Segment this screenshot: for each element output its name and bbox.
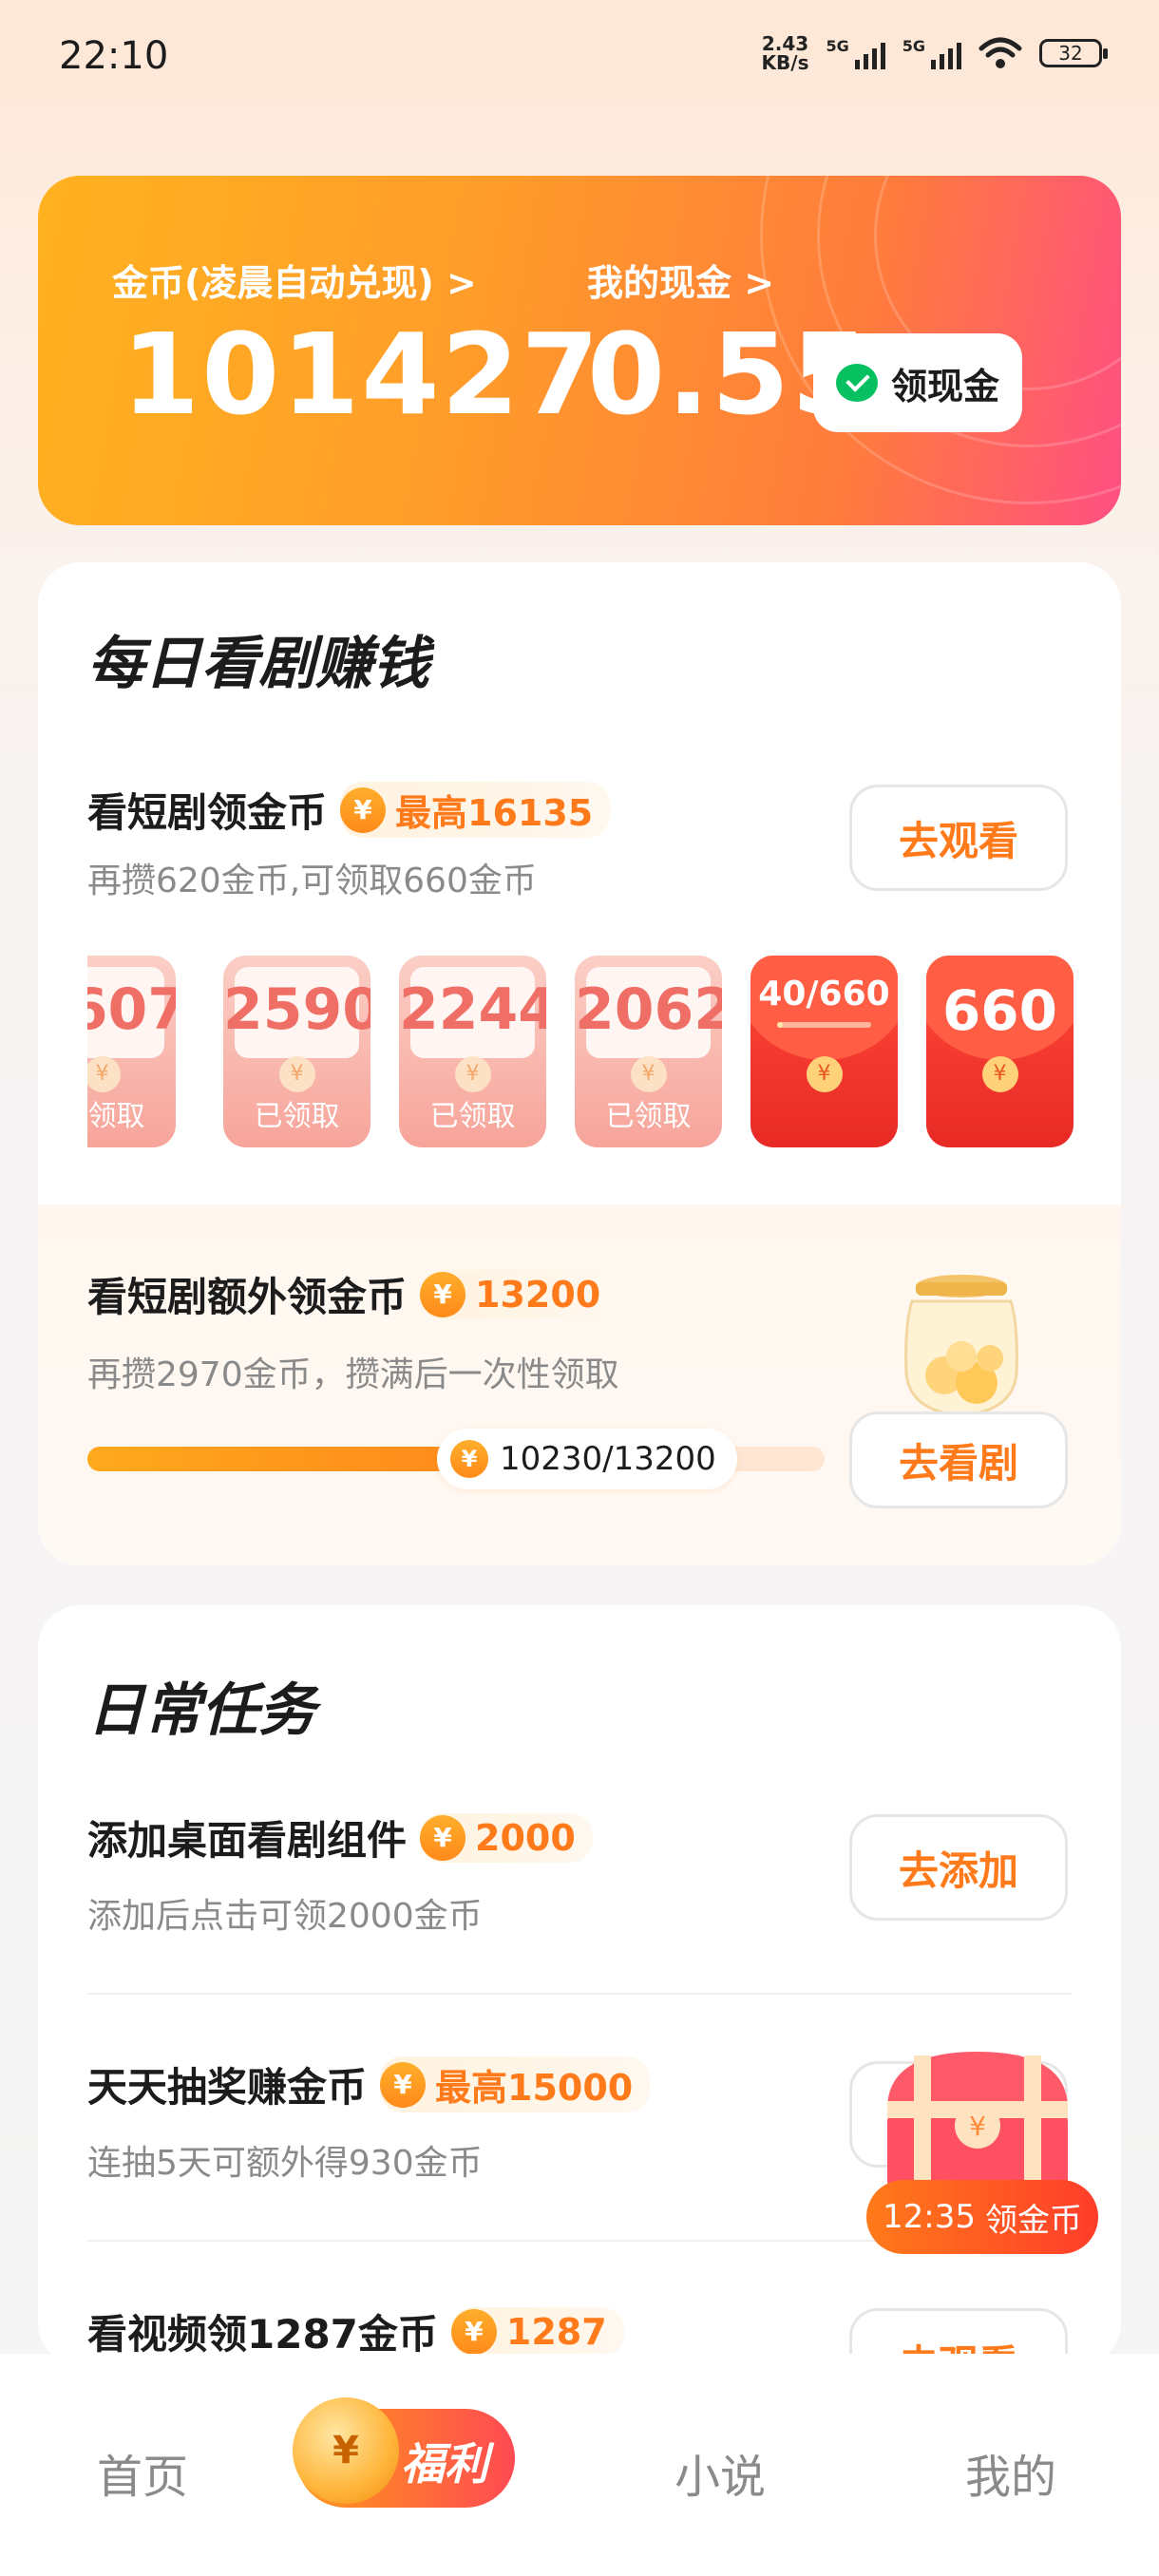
wechat-icon (835, 364, 878, 402)
envelope-label: 已领取 (429, 1100, 516, 1133)
watch-video-title-text: 看视频领1287金币 (87, 2311, 438, 2358)
drama-section-title: 每日看剧赚钱 (87, 631, 429, 697)
reward-badge: ¥ 最高15000 (380, 2056, 651, 2112)
reward-badge-text: 1287 (505, 2310, 607, 2353)
cash-label[interactable]: 我的现金 > (587, 254, 774, 306)
envelope-in-progress[interactable]: 40/660 ¥ (750, 956, 898, 1147)
reward-badge: ¥ 13200 (420, 1269, 618, 1319)
extra-reward-title: 看短剧额外领金币 ¥ 13200 (87, 1265, 618, 1323)
coin-seal-icon: ¥ (454, 1056, 491, 1092)
envelope-label: 已领取 (605, 1100, 692, 1133)
battery-icon: 32 (1039, 39, 1108, 67)
coins-value: 101427 (122, 309, 601, 440)
nav-home[interactable]: 首页 (97, 2439, 188, 2506)
add-widget-subtitle: 添加后点击可领2000金币 (87, 1897, 483, 1936)
withdraw-cash-label: 领现金 (890, 365, 999, 407)
nav-novel[interactable]: 小说 (674, 2439, 766, 2506)
coins-label[interactable]: 金币(凌晨自动兑现) > (112, 254, 477, 306)
timer-label: 领金币 (984, 2201, 1082, 2240)
nav-welfare-label: 福利 (401, 2438, 488, 2490)
reward-badge-text: 最高15000 (435, 2067, 634, 2109)
extra-reward-title-text: 看短剧额外领金币 (87, 1274, 408, 1320)
watch-drama-subtitle: 再攒620金币,可领取660金币 (87, 862, 537, 900)
envelope-locked[interactable]: 660 ¥ (926, 956, 1074, 1147)
sim2-label: 5G (902, 37, 925, 55)
wifi-icon (978, 37, 1022, 68)
status-icons: 2.43 KB/s 5G 5G 32 (762, 34, 1108, 72)
reward-badge-text: 最高16135 (395, 792, 594, 834)
coin-icon: ¥ (450, 1440, 488, 1478)
reward-badge-text: 2000 (475, 1816, 576, 1859)
envelope-value: 2607 (87, 976, 176, 1043)
coin-icon: ¥ (420, 1814, 466, 1861)
daily-section-title: 日常任务 (87, 1677, 315, 1744)
progress-text: 10230/13200 (500, 1440, 716, 1478)
coin-seal-icon: ¥ (630, 1056, 667, 1092)
watch-drama-title-text: 看短剧领金币 (87, 789, 328, 836)
coin-icon: ¥ (380, 2061, 427, 2108)
go-watch-drama-button[interactable]: 去看剧 (849, 1411, 1068, 1508)
signal-icon-2: 5G (902, 37, 961, 69)
envelope-claimed[interactable]: 2062 ¥ 已领取 (575, 956, 722, 1147)
envelope-value: 2062 (575, 976, 722, 1043)
envelope-value: 2244 (399, 976, 546, 1043)
add-widget-button[interactable]: 去添加 (849, 1814, 1068, 1921)
sim1-label: 5G (826, 37, 849, 55)
add-widget-title-text: 添加桌面看剧组件 (87, 1817, 408, 1864)
lottery-subtitle: 连抽5天可额外得930金币 (87, 2144, 483, 2183)
envelope-value: 40/660 (758, 975, 890, 1013)
watch-drama-task-title: 看短剧领金币 ¥ 最高16135 (87, 781, 611, 839)
coin-seal-icon: ¥ (981, 1056, 1018, 1092)
envelope-value: 660 (941, 978, 1058, 1043)
balance-card: 金币(凌晨自动兑现) > 101427 我的现金 > 0.55 领现金 (38, 176, 1121, 525)
coin-seal-icon: ¥ (806, 1056, 843, 1092)
bottom-nav: 首页 ¥ 福利 小说 我的 (0, 2354, 1159, 2576)
welfare-coin-icon: ¥ (293, 2397, 399, 2504)
envelope-claimed[interactable]: 2607 ¥ 已领取 (87, 956, 176, 1147)
divider (87, 1993, 1072, 1995)
net-speed-value: 2.43 (761, 32, 809, 55)
coin-seal-icon: ¥ (87, 1056, 121, 1092)
watch-video-task-title: 看视频领1287金币 ¥ 1287 (87, 2302, 624, 2360)
nav-mine[interactable]: 我的 (965, 2439, 1056, 2506)
reward-badge: ¥ 2000 (420, 1812, 593, 1863)
lottery-task-title: 天天抽奖赚金币 ¥ 最高15000 (87, 2055, 651, 2113)
extra-reward-subtitle: 再攒2970金币，攒满后一次性领取 (87, 1355, 619, 1394)
envelope-progress-bar (777, 1022, 871, 1028)
go-watch-button[interactable]: 去观看 (849, 785, 1068, 891)
reward-envelope-row[interactable]: 2607 ¥ 已领取 2590 ¥ 已领取 2244 ¥ 已领取 2062 ¥ … (87, 956, 1074, 1150)
net-speed: 2.43 KB/s (762, 34, 809, 72)
envelope-label: 已领取 (254, 1100, 340, 1133)
reward-badge: ¥ 最高16135 (340, 782, 611, 838)
signal-icon: 5G (826, 37, 885, 69)
lottery-title-text: 天天抽奖赚金币 (87, 2064, 368, 2111)
coin-icon: ¥ (420, 1271, 466, 1317)
envelope-claimed[interactable]: 2244 ¥ 已领取 (399, 956, 546, 1147)
svg-text:¥: ¥ (969, 2111, 986, 2142)
coin-jar-icon (904, 1275, 1018, 1417)
withdraw-cash-button[interactable]: 领现金 (813, 333, 1022, 432)
add-widget-task-title: 添加桌面看剧组件 ¥ 2000 (87, 1809, 593, 1866)
lottery-timer-pill[interactable]: 12:35 领金币 (866, 2180, 1098, 2254)
progress-label: ¥ 10230/13200 (437, 1429, 737, 1489)
envelope-label: 已领取 (87, 1100, 145, 1133)
envelope-value: 2590 (223, 976, 370, 1043)
coin-icon: ¥ (340, 786, 387, 833)
reward-badge-text: 13200 (475, 1273, 601, 1316)
status-time: 22:10 (59, 34, 169, 78)
net-speed-unit: KB/s (761, 51, 809, 74)
envelope-claimed[interactable]: 2590 ¥ 已领取 (223, 956, 370, 1147)
coin-icon: ¥ (450, 2308, 497, 2355)
nav-welfare[interactable]: ¥ 福利 (293, 2397, 515, 2508)
reward-badge: ¥ 1287 (450, 2306, 624, 2357)
coin-seal-icon: ¥ (278, 1056, 315, 1092)
timer-time: 12:35 (883, 2198, 976, 2236)
